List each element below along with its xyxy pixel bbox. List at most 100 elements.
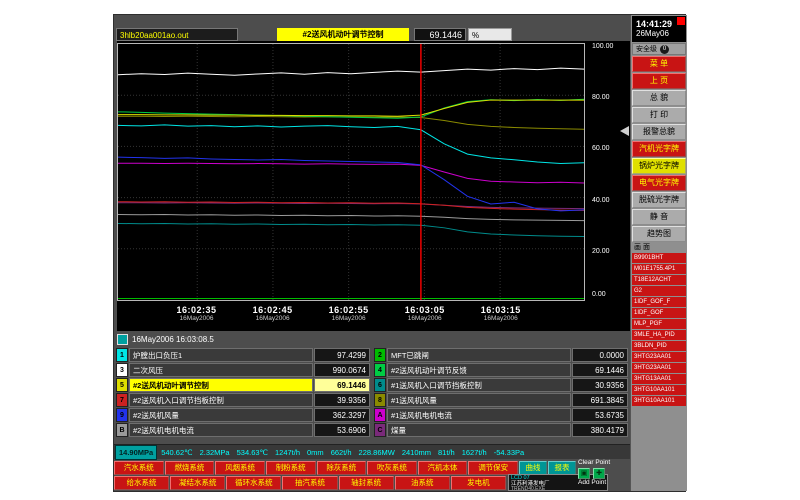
cursor-icon[interactable] xyxy=(117,334,128,345)
picture-list-item[interactable]: T18E12ACHT xyxy=(632,275,686,285)
trend-filename[interactable]: 3hlb20aa001ao.out xyxy=(116,28,238,41)
picture-list-item[interactable]: 3HTG13AA01 xyxy=(632,374,686,384)
menu-button[interactable]: 调节保安 xyxy=(468,461,518,475)
clear-point-label[interactable]: Clear Point xyxy=(578,459,630,467)
sidebar-button[interactable]: 电气光字牌 xyxy=(632,175,686,191)
legend-row[interactable]: 3二次风压990.0674 xyxy=(116,363,370,377)
scale-marker-icon[interactable] xyxy=(620,126,629,136)
sidebar-button[interactable]: 汽机光字牌 xyxy=(632,141,686,157)
x-tick: 16:02:5516May2006 xyxy=(329,305,369,322)
legend-row[interactable]: C煤量380.4179 xyxy=(374,423,628,437)
cursor-timestamp-row: 16May2006 16:03:08.5 xyxy=(117,334,587,345)
picture-list-item[interactable]: 3BLDN_PID xyxy=(632,341,686,351)
status-value: 534.63℃ xyxy=(234,446,271,459)
pen-label[interactable]: #2送风机入口调节挡板控制 xyxy=(129,393,313,407)
menu-row-1: 汽水系统燃烧系统风烟系统制粉系统除灰系统吹灰系统汽机本体调节保安曲线报表 xyxy=(114,461,576,475)
clock-panel: 14:41:29 26May06 xyxy=(632,16,686,42)
menu-button[interactable]: 油系统 xyxy=(395,476,450,490)
legend-row[interactable]: A#1送风机电机电流53.6735 xyxy=(374,408,628,422)
selected-point-title[interactable]: #2送风机动叶调节控制 xyxy=(277,28,409,41)
pen-label[interactable]: #2送风机动叶调节控制 xyxy=(129,378,313,392)
menu-button-teal[interactable]: 报表 xyxy=(548,461,576,475)
sidebar-button[interactable]: 上 页 xyxy=(632,73,686,89)
picture-list-item[interactable]: 3HTG23AA01 xyxy=(632,363,686,373)
menu-button[interactable]: 凝结水系统 xyxy=(170,476,225,490)
legend-row[interactable]: 7#2送风机入口调节挡板控制39.9356 xyxy=(116,393,370,407)
legend-row[interactable]: 4#2送风机动叶调节反馈69.1446 xyxy=(374,363,628,377)
picture-list-item[interactable]: 3MLE_HA_PID xyxy=(632,330,686,340)
add-point-label[interactable]: Add Point xyxy=(578,479,630,487)
picture-list-item[interactable]: M01E1755.4P1 xyxy=(632,264,686,274)
dcs-trend-window: 3hlb20aa001ao.out #2送风机动叶调节控制 69.1446 % … xyxy=(113,14,686,492)
menu-button[interactable]: 发电机 xyxy=(451,476,506,490)
picture-list-item[interactable]: MLP_PGF xyxy=(632,319,686,329)
trend-line xyxy=(118,203,584,209)
sidebar-button[interactable]: 报警总貌 xyxy=(632,124,686,140)
trend-plot[interactable] xyxy=(117,43,585,301)
menu-button-teal[interactable]: 曲线 xyxy=(519,461,547,475)
legend-row[interactable]: 5#2送风机动叶调节控制69.1446 xyxy=(116,378,370,392)
menu-button[interactable]: 给水系统 xyxy=(114,476,169,490)
legend-row[interactable]: 8#1送风机风量691.3845 xyxy=(374,393,628,407)
picture-list-item[interactable]: G2 xyxy=(632,286,686,296)
add-point-button[interactable]: ✚ xyxy=(593,468,605,479)
menu-button[interactable]: 抽汽系统 xyxy=(282,476,337,490)
x-tick-date: 16May2006 xyxy=(253,315,293,322)
picture-list-item[interactable]: 3HTG10AA101 xyxy=(632,385,686,395)
pen-label[interactable]: #2送风机风量 xyxy=(129,408,313,422)
legend-row[interactable]: B#2送风机电机电流53.6906 xyxy=(116,423,370,437)
pen-color-box: 7 xyxy=(116,393,128,407)
sidebar-button[interactable]: 菜 单 xyxy=(632,56,686,72)
sidebar-button[interactable]: 打 印 xyxy=(632,107,686,123)
menu-button[interactable]: 循环水系统 xyxy=(226,476,281,490)
sidebar-button[interactable]: 总 貌 xyxy=(632,90,686,106)
pen-color-box: 4 xyxy=(374,363,386,377)
picture-list-item[interactable]: 3HTG23AA01 xyxy=(632,352,686,362)
alarm-indicator-icon[interactable] xyxy=(677,17,685,25)
sidebar-button[interactable]: 脱硫光字牌 xyxy=(632,192,686,208)
x-tick-date: 16May2006 xyxy=(329,315,369,322)
legend-row[interactable]: 9#2送风机风量362.3297 xyxy=(116,408,370,422)
legend-row[interactable]: 6#1送风机入口调节挡板控制30.9356 xyxy=(374,378,628,392)
menu-button[interactable]: 汽水系统 xyxy=(114,461,164,475)
sidebar-button[interactable]: 趋势图 xyxy=(632,226,686,242)
sidebar-button[interactable]: 锅炉光字牌 xyxy=(632,158,686,174)
pen-label[interactable]: 煤量 xyxy=(387,423,571,437)
selected-point-value: 69.1446 xyxy=(414,28,466,41)
pen-label[interactable]: 二次风压 xyxy=(129,363,313,377)
menu-button[interactable]: 汽机本体 xyxy=(418,461,468,475)
picture-list-item[interactable]: 1IDF_GOF_F xyxy=(632,297,686,307)
clear-point-button[interactable]: ▣ xyxy=(578,468,590,479)
pen-label[interactable]: 炉膛出口负压1 xyxy=(129,348,313,362)
sidebar-nav: 菜 单上 页总 貌打 印报警总貌汽机光字牌锅炉光字牌电气光字牌脱硫光字牌静 音趋… xyxy=(632,56,686,242)
trend-tools: Clear Point ▣ ✚ Add Point xyxy=(578,459,630,491)
menu-button[interactable]: 风烟系统 xyxy=(215,461,265,475)
trend-main-panel: 3hlb20aa001ao.out #2送风机动叶调节控制 69.1446 % … xyxy=(114,15,630,491)
pen-label[interactable]: MFT已跳闸 xyxy=(387,348,571,362)
pen-label[interactable]: #1送风机电机电流 xyxy=(387,408,571,422)
unit-status-bar: 14.90MPa540.62℃2.32MPa534.63℃1247t/h0mm6… xyxy=(114,444,630,459)
legend-row[interactable]: 2MFT已跳闸0.0000 xyxy=(374,348,628,362)
picture-list-item[interactable]: 3HTG10AA101 xyxy=(632,396,686,406)
menu-button[interactable]: 燃烧系统 xyxy=(165,461,215,475)
pen-label[interactable]: #2送风机动叶调节反馈 xyxy=(387,363,571,377)
picture-list-item[interactable]: 1IDF_GOF xyxy=(632,308,686,318)
menu-button[interactable]: 轴封系统 xyxy=(339,476,394,490)
pen-label[interactable]: #2送风机电机电流 xyxy=(129,423,313,437)
status-value: 662t/h xyxy=(328,446,355,459)
x-tick-date: 16May2006 xyxy=(405,315,445,322)
legend-row[interactable]: 1炉膛出口负压197.4299 xyxy=(116,348,370,362)
picture-list-item[interactable]: B9901BHT xyxy=(632,253,686,263)
pen-color-box: A xyxy=(374,408,386,422)
pen-color-box: 6 xyxy=(374,378,386,392)
y-tick-label: 20.00 xyxy=(592,248,610,255)
menu-button[interactable]: 制粉系统 xyxy=(266,461,316,475)
pen-label[interactable]: #1送风机风量 xyxy=(387,393,571,407)
menu-button[interactable]: 吹灰系统 xyxy=(367,461,417,475)
pen-label[interactable]: #1送风机入口调节挡板控制 xyxy=(387,378,571,392)
pen-color-box: 1 xyxy=(116,348,128,362)
security-value-badge: 0 xyxy=(660,45,669,54)
trend-line xyxy=(118,68,584,75)
menu-button[interactable]: 除灰系统 xyxy=(317,461,367,475)
sidebar-button[interactable]: 静 音 xyxy=(632,209,686,225)
